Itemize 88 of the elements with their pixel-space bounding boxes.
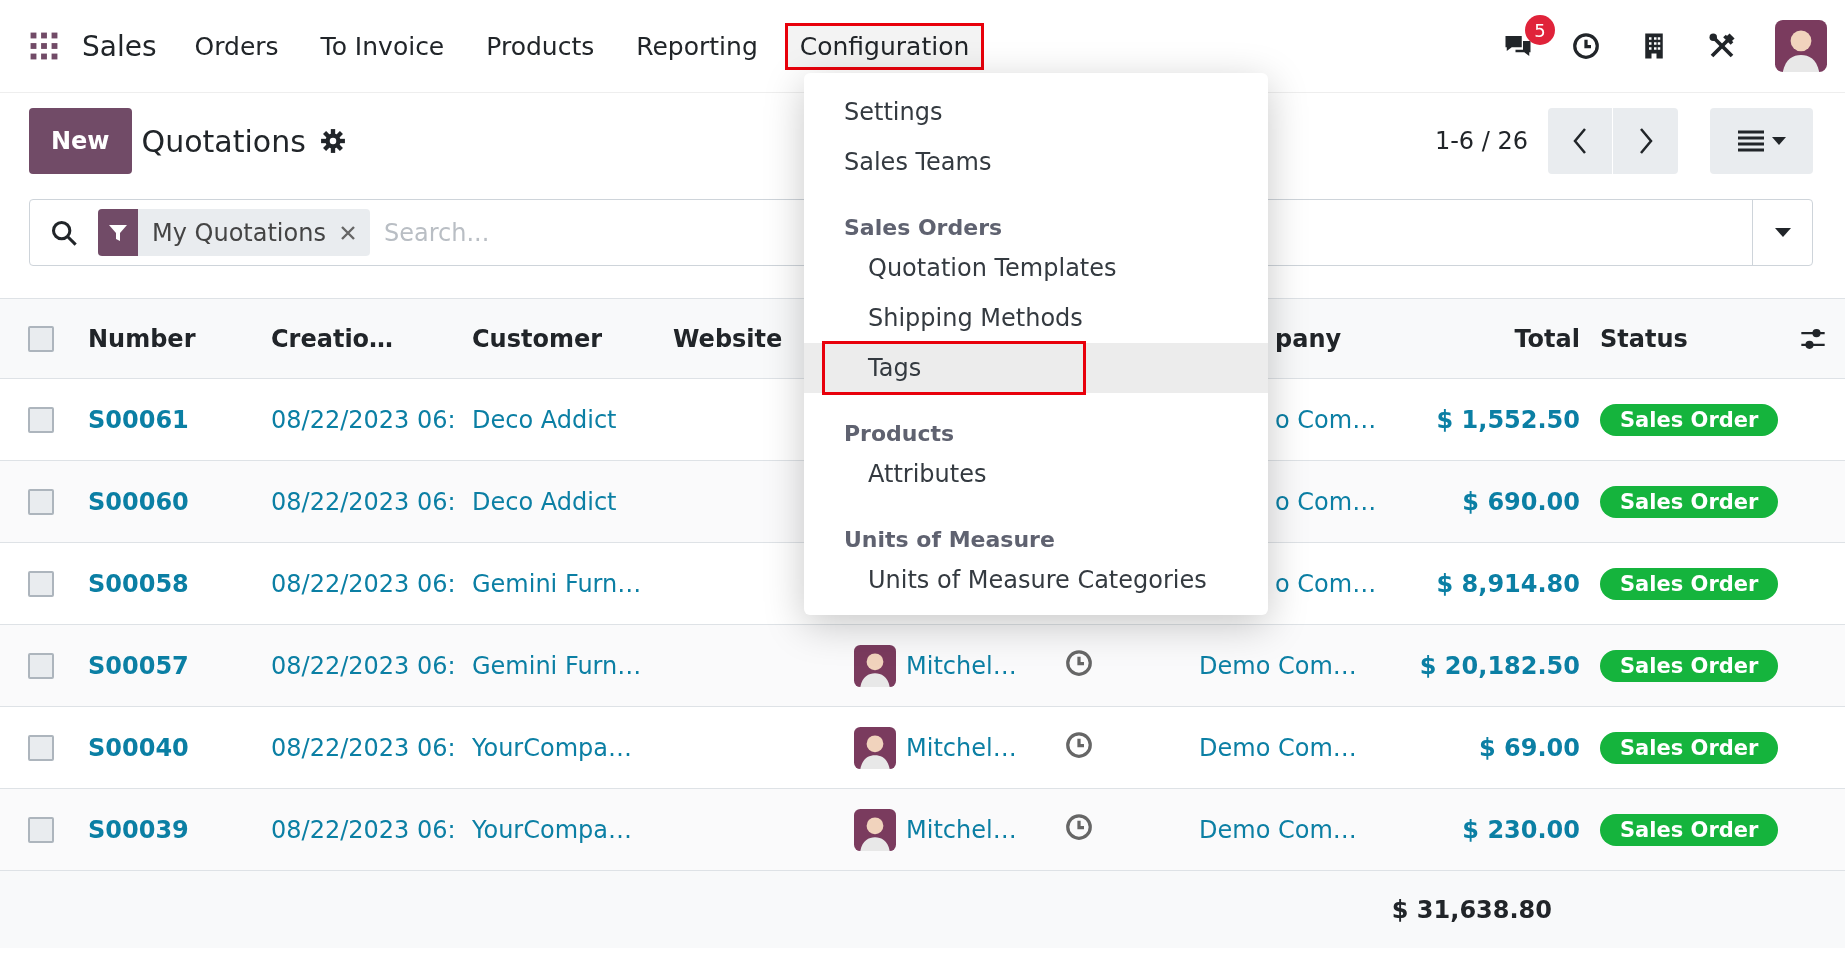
column-header[interactable]: Customer xyxy=(472,324,673,353)
status-badge: Sales Order xyxy=(1600,649,1779,682)
table-cell-text: Deco Addict xyxy=(472,405,618,434)
column-header[interactable]: Total xyxy=(1514,324,1580,353)
table-cell-text: Gemini Furn… xyxy=(472,569,643,598)
apps-menu-icon[interactable] xyxy=(30,32,58,60)
table-cell: $ 230.00 xyxy=(1462,815,1580,844)
table-cell-text: Demo Com… xyxy=(1199,815,1358,844)
page-title: Quotations xyxy=(141,123,306,159)
avatar-icon[interactable] xyxy=(854,808,896,851)
order-number[interactable]: S00040 xyxy=(88,733,271,762)
view-switcher-button[interactable] xyxy=(1710,108,1813,174)
table-cell-text: Deco Addict xyxy=(472,487,618,516)
table-cell-text: o Com… xyxy=(1274,487,1378,516)
caret-icon xyxy=(1774,228,1791,237)
chevron-right-icon xyxy=(1637,127,1654,155)
order-number[interactable]: S00057 xyxy=(88,651,271,680)
table-cell: $ 69.00 xyxy=(1479,733,1580,762)
dropdown-item[interactable]: Attributes xyxy=(804,449,1268,499)
select-all-checkbox[interactable] xyxy=(28,325,54,352)
status-badge: Sales Order xyxy=(1600,731,1779,764)
table-cell-text: o Com… xyxy=(1274,405,1378,434)
menu-item[interactable]: Products xyxy=(472,23,609,69)
notification-badge: 5 xyxy=(1525,15,1555,45)
table-cell: $ 8,914.80 xyxy=(1436,569,1580,598)
avatar-icon[interactable] xyxy=(854,726,896,769)
sum-total: $ 31,638.80 xyxy=(1391,895,1552,924)
table-cell-text: Demo Com… xyxy=(1199,651,1358,680)
order-number[interactable]: S00060 xyxy=(88,487,271,516)
column-header[interactable]: Status xyxy=(1580,324,1780,353)
column-header[interactable]: Creatio… xyxy=(271,324,472,353)
table-cell-text: 08/22/2023 06: xyxy=(271,815,457,844)
table-cell: Mitchel… xyxy=(906,651,1017,680)
table-cell-text: Gemini Furn… xyxy=(472,651,643,680)
chevron-left-icon xyxy=(1572,127,1588,155)
menu-item[interactable]: Reporting xyxy=(622,23,772,69)
order-number[interactable]: S00039 xyxy=(88,815,271,844)
row-checkbox[interactable] xyxy=(28,406,54,433)
dropdown-item[interactable]: Settings xyxy=(804,87,1268,137)
table-cell: Mitchel… xyxy=(906,733,1017,762)
caret-icon xyxy=(1771,137,1786,145)
avatar-icon[interactable] xyxy=(1775,20,1827,72)
filter-facet[interactable]: My Quotations xyxy=(98,209,370,256)
menu-item[interactable]: To Invoice xyxy=(306,23,459,69)
table-cell-text: Demo Com… xyxy=(1199,733,1358,762)
table-cell: $ 1,552.50 xyxy=(1436,405,1580,434)
avatar-icon[interactable] xyxy=(854,644,896,687)
menu-item[interactable]: Configuration xyxy=(785,23,984,69)
row-checkbox[interactable] xyxy=(28,570,54,597)
table-cell: $ 20,182.50 xyxy=(1419,651,1580,680)
row-checkbox[interactable] xyxy=(28,652,54,679)
status-badge: Sales Order xyxy=(1600,403,1779,436)
dropdown-item[interactable]: Shipping Methods xyxy=(804,293,1268,343)
order-number[interactable]: S00058 xyxy=(88,569,271,598)
row-checkbox[interactable] xyxy=(28,488,54,515)
filter-icon xyxy=(108,222,128,243)
menu-section-header: Sales Orders xyxy=(843,213,1004,242)
table-cell-text: 08/22/2023 06: xyxy=(271,487,457,516)
row-checkbox[interactable] xyxy=(28,734,54,761)
table-cell-text: YourCompa… xyxy=(472,733,633,762)
status-badge: Sales Order xyxy=(1600,485,1779,518)
table-cell-text: 08/22/2023 06: xyxy=(271,733,457,762)
menu-item[interactable]: Orders xyxy=(180,23,293,69)
new-button[interactable]: New xyxy=(29,108,132,174)
clock-icon[interactable] xyxy=(1571,31,1601,61)
status-badge: Sales Order xyxy=(1600,813,1779,846)
table-cell-text: 08/22/2023 06: xyxy=(271,405,457,434)
dropdown-item[interactable]: Sales Teams xyxy=(804,137,1268,187)
table-cell-text: 08/22/2023 06: xyxy=(271,569,457,598)
facet-label: My Quotations xyxy=(151,218,327,247)
dropdown-item[interactable]: Units of Measure Categories xyxy=(804,555,1268,605)
table-cell-text: 08/22/2023 06: xyxy=(271,651,457,680)
table-cell: $ 690.00 xyxy=(1462,487,1580,516)
app-name[interactable]: Sales xyxy=(82,29,157,63)
table-cell-text: YourCompa… xyxy=(472,815,633,844)
row-checkbox[interactable] xyxy=(28,816,54,843)
order-number[interactable]: S00061 xyxy=(88,405,271,434)
table-cell: Mitchel… xyxy=(906,815,1017,844)
close-icon[interactable] xyxy=(339,224,356,241)
pager-text: 1-6 / 26 xyxy=(1434,127,1528,155)
menu-section-header: Units of Measure xyxy=(843,525,1056,554)
dropdown-item[interactable]: Tags xyxy=(804,343,1268,393)
list-icon xyxy=(1737,130,1764,152)
settings-icon[interactable] xyxy=(319,128,346,154)
menu-section-header: Products xyxy=(843,419,956,448)
column-header[interactable]: Number xyxy=(88,324,271,353)
search-icon xyxy=(50,218,78,247)
status-badge: Sales Order xyxy=(1600,567,1779,600)
